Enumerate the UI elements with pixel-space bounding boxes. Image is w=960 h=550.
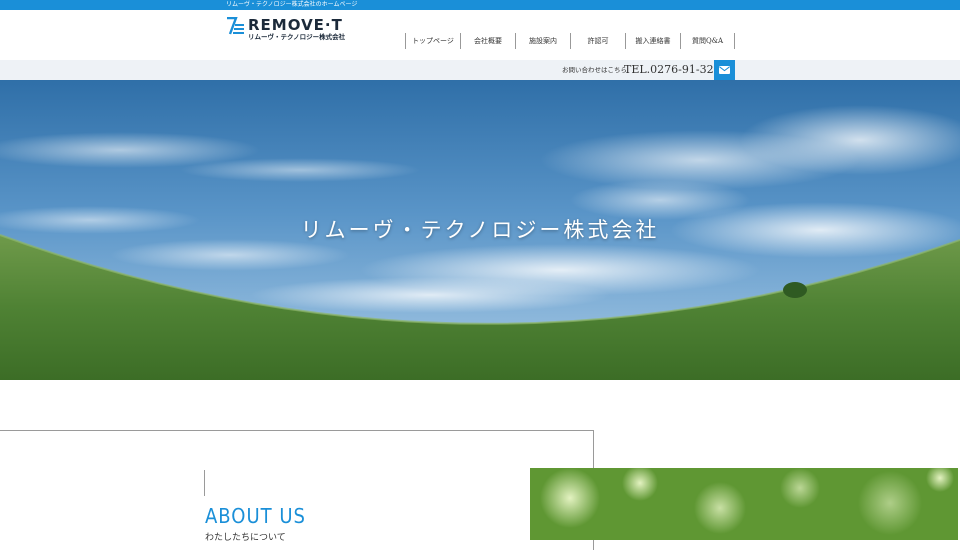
about-divider bbox=[204, 470, 205, 496]
site-logo[interactable]: REMOVE·T リムーヴ・テクノロジー株式会社 bbox=[226, 16, 346, 52]
top-announcement-bar: リムーヴ・テクノロジー株式会社のホームページ bbox=[0, 0, 960, 10]
about-section-frame bbox=[0, 430, 594, 550]
nav-item-faq[interactable]: 質問Q&A bbox=[680, 33, 735, 49]
about-image bbox=[530, 468, 958, 540]
envelope-icon bbox=[719, 66, 730, 74]
nav-item-delivery-form[interactable]: 搬入連絡書 bbox=[625, 33, 680, 49]
global-nav: トップページ 会社概要 施設案内 許認可 搬入連絡書 質問Q&A bbox=[405, 33, 735, 49]
bokeh-foliage-image bbox=[530, 468, 958, 540]
hero-banner: リムーヴ・テクノロジー株式会社 bbox=[0, 80, 960, 380]
nav-item-permits[interactable]: 許認可 bbox=[570, 33, 625, 49]
contact-bar: お問い合わせはこちら TEL.0276-91-3211 bbox=[0, 60, 960, 80]
logo-company-name: リムーヴ・テクノロジー株式会社 bbox=[248, 33, 346, 41]
contact-phone[interactable]: TEL.0276-91-3211 bbox=[624, 60, 728, 80]
nav-item-top[interactable]: トップページ bbox=[405, 33, 460, 49]
about-subheading: わたしたちについて bbox=[205, 533, 286, 543]
nav-item-facilities[interactable]: 施設案内 bbox=[515, 33, 570, 49]
hero-title: リムーヴ・テクノロジー株式会社 bbox=[300, 218, 660, 242]
logo-wordmark: REMOVE·T bbox=[248, 16, 343, 34]
nav-item-company[interactable]: 会社概要 bbox=[460, 33, 515, 49]
logo-mark-icon bbox=[227, 17, 244, 35]
top-bar-text: リムーヴ・テクノロジー株式会社のホームページ bbox=[226, 1, 358, 8]
about-heading: ABOUT US bbox=[205, 504, 306, 528]
contact-label: お問い合わせはこちら bbox=[562, 66, 627, 74]
mail-button[interactable] bbox=[714, 60, 735, 80]
